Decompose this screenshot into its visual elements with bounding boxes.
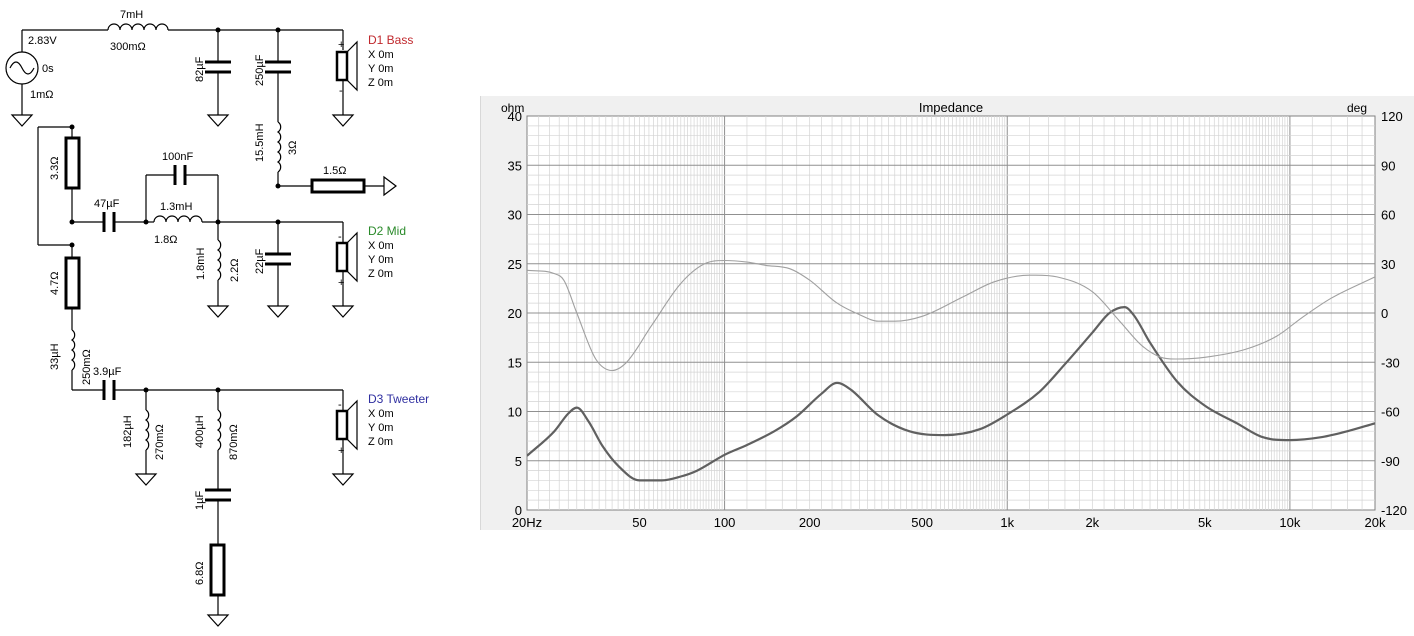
y-left-tick-label: 5 bbox=[515, 454, 522, 469]
source-delay-label: 0s bbox=[42, 63, 54, 75]
tweeter-driver-y: Y 0m bbox=[368, 422, 393, 434]
bass-cap-1-value: 82µF bbox=[194, 56, 206, 82]
grid bbox=[527, 116, 1375, 510]
mid-shunt-cap-value: 22µF bbox=[254, 248, 266, 274]
inductor-7mh bbox=[107, 23, 169, 31]
bass-inductor-value: 7mH bbox=[120, 9, 143, 21]
bass-driver-name: D1 Bass bbox=[368, 33, 413, 47]
impedance-chart: 20Hz 50 100 200 500 1k 2k 5k 10k 20k0510152025303… bbox=[501, 100, 1407, 530]
mid-driver-name: D2 Mid bbox=[368, 224, 406, 238]
y-left-tick-label: 35 bbox=[508, 158, 522, 173]
mid-driver-plus: + bbox=[338, 277, 344, 289]
bass-notch-resistor-value: 1.5Ω bbox=[323, 165, 347, 177]
y-left-tick-label: 15 bbox=[508, 355, 522, 370]
zobel-resistor-value: 6.8Ω bbox=[194, 561, 206, 585]
tweeter-driver-minus: - bbox=[338, 399, 342, 411]
tweeter-attenuator-value: 4.7Ω bbox=[49, 271, 61, 295]
mid-attenuator-value: 3.3Ω bbox=[49, 156, 61, 180]
mid-series-inductor-resistance: 1.8Ω bbox=[154, 234, 178, 246]
bass-driver-minus: - bbox=[339, 85, 343, 97]
y-right-tick-label: -60 bbox=[1381, 405, 1400, 420]
bass-driver-y: Y 0m bbox=[368, 63, 393, 75]
tweeter-driver-plus: + bbox=[338, 445, 344, 457]
x-tick-label: 500 bbox=[911, 515, 933, 530]
x-tick-label: 200 bbox=[799, 515, 821, 530]
bass-inductor-resistance: 300mΩ bbox=[110, 41, 146, 53]
y-axis-left-unit: ohm bbox=[501, 101, 524, 115]
bass-driver-x: X 0m bbox=[368, 49, 394, 61]
crossover-schematic: 2.83V 0s 1mΩ 7mH 300mΩ 82µF 250µF 15.5mH… bbox=[5, 9, 429, 627]
y-axis-right-unit: deg bbox=[1347, 101, 1367, 115]
mid-driver-minus: - bbox=[338, 231, 342, 243]
y-right-tick-label: -30 bbox=[1381, 355, 1400, 370]
tweeter-shunt-inductor-2-resistance: 870mΩ bbox=[228, 424, 240, 460]
y-right-tick-label: 120 bbox=[1381, 109, 1403, 124]
bass-driver-plus: + bbox=[338, 39, 344, 51]
tweeter-series-inductor-resistance: 250mΩ bbox=[81, 349, 93, 385]
tweeter-shunt-inductor-1-value: 182µH bbox=[122, 415, 134, 448]
ground-icon bbox=[10, 114, 34, 127]
mid-driver-x: X 0m bbox=[368, 240, 394, 252]
x-tick-label: 100 bbox=[714, 515, 736, 530]
x-tick-label: 10k bbox=[1279, 515, 1300, 530]
y-left-tick-label: 30 bbox=[508, 208, 522, 223]
tweeter-series-cap-value: 3.9µF bbox=[93, 366, 122, 378]
y-right-tick-label: 60 bbox=[1381, 208, 1395, 223]
tweeter-shunt-inductor-2-value: 400µH bbox=[194, 415, 206, 448]
y-right-tick-label: -120 bbox=[1381, 503, 1407, 518]
tweeter-shunt-inductor-1-resistance: 270mΩ bbox=[154, 424, 166, 460]
tweeter-driver-z: Z 0m bbox=[368, 436, 393, 448]
source-voltage-label: 2.83V bbox=[28, 35, 57, 47]
bass-driver-z: Z 0m bbox=[368, 77, 393, 89]
y-right-tick-label: -90 bbox=[1381, 454, 1400, 469]
y-right-tick-label: 30 bbox=[1381, 257, 1395, 272]
x-tick-label: 50 bbox=[632, 515, 646, 530]
mid-series-cap-value: 47µF bbox=[94, 198, 120, 210]
mid-bypass-cap-value: 100nF bbox=[162, 151, 193, 163]
tweeter-driver-x: X 0m bbox=[368, 408, 394, 420]
y-left-tick-label: 20 bbox=[508, 306, 522, 321]
x-tick-label: 2k bbox=[1085, 515, 1099, 530]
chart-title: Impedance bbox=[919, 100, 983, 115]
zobel-cap-value: 1µF bbox=[194, 491, 206, 510]
mid-shunt-inductor-value: 1.8mH bbox=[195, 248, 207, 280]
y-left-tick-label: 10 bbox=[508, 405, 522, 420]
bass-notch-inductor-resistance: 3Ω bbox=[287, 141, 299, 155]
impedance-chart-panel: 20Hz 50 100 200 500 1k 2k 5k 10k 20k 0 5 10 15 20 25 30 3… bbox=[480, 96, 1414, 530]
sine-icon bbox=[9, 61, 35, 75]
tweeter-series-inductor-value: 33µH bbox=[49, 343, 61, 370]
bass-notch-inductor-value: 15.5mH bbox=[254, 123, 266, 162]
mid-shunt-inductor-resistance: 2.2Ω bbox=[229, 258, 241, 282]
mid-driver-y: Y 0m bbox=[368, 254, 393, 266]
mid-series-inductor-value: 1.3mH bbox=[160, 201, 192, 213]
y-right-tick-label: 0 bbox=[1381, 306, 1388, 321]
mid-driver-z: Z 0m bbox=[368, 268, 393, 280]
tweeter-driver-name: D3 Tweeter bbox=[368, 392, 429, 406]
y-left-tick-label: 0 bbox=[515, 503, 522, 518]
y-left-tick-label: 25 bbox=[508, 257, 522, 272]
y-right-tick-label: 90 bbox=[1381, 158, 1395, 173]
bass-cap-2-value: 250µF bbox=[254, 54, 266, 86]
source-resistance-label: 1mΩ bbox=[30, 89, 54, 101]
x-tick-label: 5k bbox=[1198, 515, 1212, 530]
x-tick-label: 1k bbox=[1000, 515, 1014, 530]
